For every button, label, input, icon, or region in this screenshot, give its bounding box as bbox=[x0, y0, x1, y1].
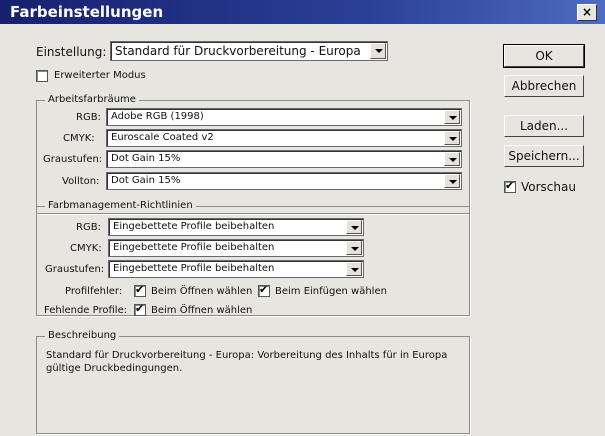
chevron-down-icon[interactable] bbox=[346, 262, 362, 276]
chevron-down-icon[interactable] bbox=[346, 220, 362, 234]
policy-cmyk-value: Eingebettete Profile beibehalten bbox=[113, 242, 275, 253]
einstellung-value: Standard für Druckvorbereitung - Europa bbox=[115, 44, 361, 58]
laden-button[interactable]: Laden... bbox=[504, 115, 584, 137]
beschreibung-title: Beschreibung bbox=[45, 330, 120, 341]
fehlende-profile-checkbox[interactable] bbox=[134, 302, 146, 316]
arbeitsfarbraeume-title: Arbeitsfarbräume bbox=[45, 94, 139, 105]
profilfehler-einfuegen-checkbox[interactable] bbox=[258, 283, 270, 297]
vollton-arbeitsfarbraum-select[interactable]: Dot Gain 15% bbox=[106, 172, 462, 190]
vorschau-checkbox[interactable] bbox=[504, 179, 516, 193]
fehlende-profile-label: Fehlende Profile: bbox=[44, 305, 128, 316]
speichern-button[interactable]: Speichern... bbox=[504, 145, 584, 167]
profilfehler-oeffnen-checkbox[interactable] bbox=[134, 283, 146, 297]
close-icon: × bbox=[581, 5, 593, 19]
policy-graustufen-label: Graustufen: bbox=[45, 264, 105, 275]
policy-rgb-value: Eingebettete Profile beibehalten bbox=[113, 221, 275, 232]
chevron-down-icon[interactable] bbox=[444, 110, 460, 124]
policy-graustufen-select[interactable]: Eingebettete Profile beibehalten bbox=[108, 260, 364, 278]
vollton-label: Vollton: bbox=[62, 176, 100, 187]
vorschau-label: Vorschau bbox=[521, 180, 576, 194]
policy-cmyk-label: CMYK: bbox=[70, 243, 102, 254]
erweiterter-modus-checkbox[interactable] bbox=[36, 70, 48, 82]
ok-button[interactable]: OK bbox=[503, 44, 585, 68]
title-bar: Farbeinstellungen × bbox=[0, 0, 605, 24]
profilfehler-label: Profilfehler: bbox=[65, 286, 123, 297]
beschreibung-text-line2: gültige Druckbedingungen. bbox=[46, 363, 183, 374]
rgb-value: Adobe RGB (1998) bbox=[111, 111, 204, 122]
cmyk-arbeitsfarbraum-select[interactable]: Euroscale Coated v2 bbox=[106, 129, 462, 147]
chevron-down-icon[interactable] bbox=[444, 152, 460, 166]
chevron-down-icon[interactable] bbox=[444, 174, 460, 188]
graustufen-value: Dot Gain 15% bbox=[111, 153, 181, 164]
chevron-down-icon[interactable] bbox=[444, 131, 460, 145]
profilfehler-einfuegen-label: Beim Einfügen wählen bbox=[275, 286, 387, 297]
policy-graustufen-value: Eingebettete Profile beibehalten bbox=[113, 263, 275, 274]
policy-cmyk-select[interactable]: Eingebettete Profile beibehalten bbox=[108, 239, 364, 257]
einstellung-label: Einstellung: bbox=[36, 45, 107, 59]
richtlinien-title: Farbmanagement-Richtlinien bbox=[45, 200, 196, 211]
policy-rgb-select[interactable]: Eingebettete Profile beibehalten bbox=[108, 218, 364, 236]
chevron-down-icon[interactable] bbox=[346, 241, 362, 255]
profilfehler-oeffnen-label: Beim Öffnen wählen bbox=[151, 286, 253, 297]
dialog-body: Einstellung: Standard für Druckvorbereit… bbox=[0, 24, 605, 436]
window-title: Farbeinstellungen bbox=[10, 3, 164, 21]
graustufen-arbeitsfarbraum-select[interactable]: Dot Gain 15% bbox=[106, 150, 462, 168]
einstellung-select[interactable]: Standard für Druckvorbereitung - Europa bbox=[110, 41, 388, 61]
rgb-label: RGB: bbox=[76, 112, 101, 123]
chevron-down-icon[interactable] bbox=[370, 43, 386, 59]
close-button[interactable]: × bbox=[577, 4, 597, 21]
cmyk-value: Euroscale Coated v2 bbox=[111, 132, 214, 143]
erweiterter-modus-label: Erweiterter Modus bbox=[54, 70, 146, 81]
beschreibung-text-line1: Standard für Druckvorbereitung - Europa:… bbox=[46, 350, 448, 361]
cmyk-label: CMYK: bbox=[63, 133, 95, 144]
fehlende-profile-oeffnen-label: Beim Öffnen wählen bbox=[151, 305, 253, 316]
rgb-arbeitsfarbraum-select[interactable]: Adobe RGB (1998) bbox=[106, 108, 462, 126]
vollton-value: Dot Gain 15% bbox=[111, 175, 181, 186]
graustufen-label: Graustufen: bbox=[43, 154, 103, 165]
abbrechen-button[interactable]: Abbrechen bbox=[504, 75, 584, 97]
policy-rgb-label: RGB: bbox=[76, 222, 101, 233]
